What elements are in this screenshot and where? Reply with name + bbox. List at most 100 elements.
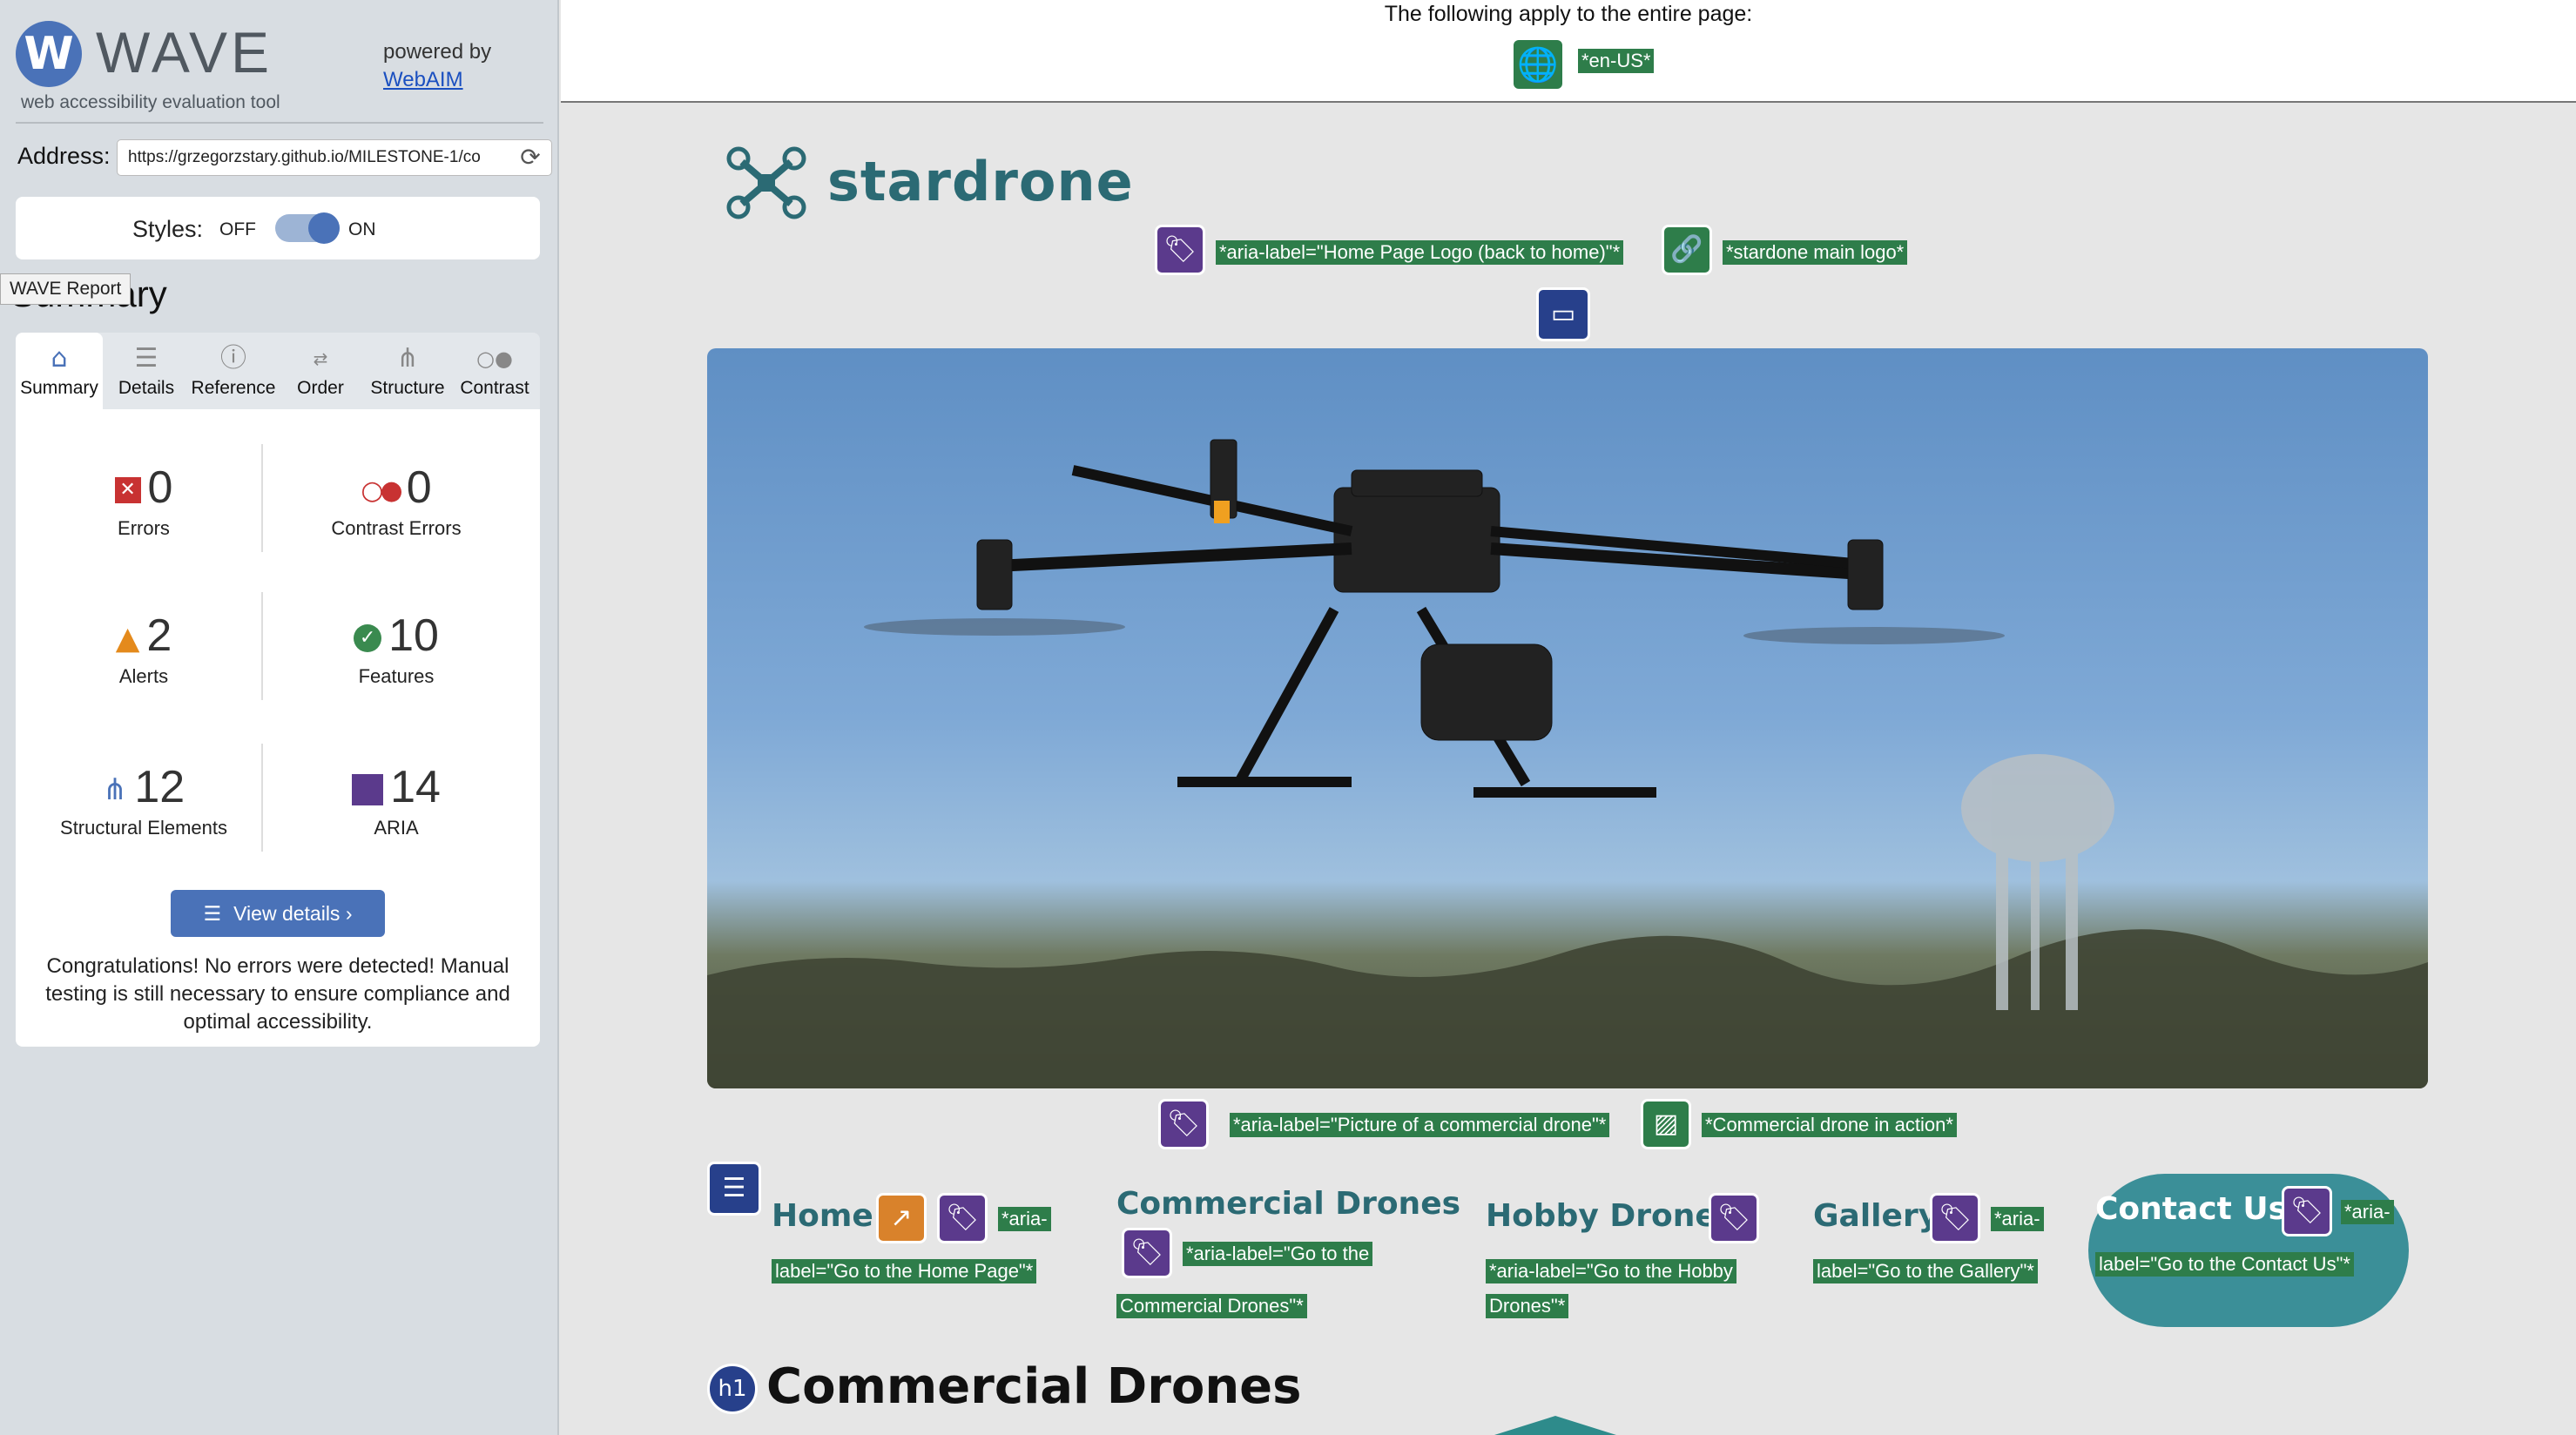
structural-count: 12	[134, 762, 185, 812]
stat-aria[interactable]: 14 ARIA	[279, 761, 514, 839]
language-globe-icon[interactable]: 🌐	[1514, 40, 1562, 89]
tab-label: Details	[118, 378, 175, 398]
stat-errors[interactable]: ✕ 0 Errors	[26, 461, 261, 540]
nav-link-contact[interactable]: Contact Us!	[2095, 1191, 2301, 1227]
contrast-errors-count: 0	[406, 462, 432, 513]
info-icon: ⓘ	[220, 343, 246, 374]
tab-contrast[interactable]: ○● Contrast	[451, 333, 538, 409]
home-icon: ⌂	[51, 343, 68, 374]
brand-name: stardrone	[827, 150, 1134, 213]
hero-drone-image	[707, 348, 2428, 1088]
wave-logo[interactable]: W WAVE web accessibility evaluation tool…	[16, 17, 547, 122]
drone-photo-illustration	[707, 439, 2428, 1088]
tab-summary[interactable]: ⌂ Summary	[16, 333, 103, 409]
stardrone-logo-link[interactable]: stardrone	[723, 141, 1184, 225]
stat-structural[interactable]: ⋔ 12 Structural Elements	[26, 761, 261, 839]
aria-label-tag: *aria-label="Home Page Logo (back to hom…	[1216, 240, 1624, 265]
contrast-error-icon: ○●	[361, 475, 402, 506]
tab-label: Reference	[191, 378, 276, 398]
stat-contrast-errors[interactable]: ○● 0 Contrast Errors	[279, 461, 514, 540]
alt-text-tag: *Commercial drone in action*	[1702, 1113, 1957, 1137]
divider	[261, 744, 263, 852]
wave-tabs: ⌂ Summary ☰ Details ⓘ Reference ⇄ Order …	[16, 333, 540, 409]
address-value: https://grzegorzstary.github.io/MILESTON…	[128, 148, 481, 166]
features-label: Features	[358, 665, 435, 687]
page-heading: Commercial Drones	[766, 1358, 1302, 1415]
navigation-region-icon[interactable]: ☰	[707, 1162, 761, 1216]
nav-link-home[interactable]: Home	[772, 1198, 873, 1234]
aria-label-icon[interactable]: 🏷	[1155, 225, 1205, 275]
wave-tagline: web accessibility evaluation tool	[21, 92, 280, 112]
errors-label: Errors	[118, 517, 170, 539]
wave-logo-icon: W	[16, 21, 82, 87]
nav-link-commercial-drones[interactable]: Commercial Drones	[1116, 1186, 1460, 1222]
divider	[261, 444, 263, 552]
aria-label: ARIA	[374, 817, 419, 839]
view-details-button[interactable]: ☰ View details ›	[171, 890, 385, 937]
aria-label-icon[interactable]: 🏷	[937, 1193, 988, 1243]
aria-label-icon[interactable]: 🏷	[1158, 1099, 1209, 1149]
tab-reference[interactable]: ⓘ Reference	[190, 333, 277, 409]
tab-label: Contrast	[460, 378, 529, 398]
list-icon: ☰	[203, 903, 222, 926]
aria-icon	[352, 774, 384, 806]
evaluated-page: The following apply to the entire page: …	[561, 0, 2576, 1435]
list-icon: ☰	[134, 343, 158, 374]
aria-label-icon[interactable]: 🏷	[1930, 1193, 1980, 1243]
wave-report-tooltip: WAVE Report	[0, 273, 131, 305]
summary-panel: ✕ 0 Errors ○● 0 Contrast Errors ▲ 2 Alerts …	[16, 409, 540, 1047]
error-icon: ✕	[114, 477, 141, 504]
congrats-message: Congratulations! No errors were detected…	[45, 954, 510, 1034]
divider	[261, 592, 263, 700]
aria-label-tag: *aria-label="Go to the	[1183, 1242, 1373, 1266]
nav-link-hobby-drones[interactable]: Hobby Drones	[1486, 1198, 1735, 1234]
structure-icon: ⋔	[102, 772, 128, 808]
tab-order[interactable]: ⇄ Order	[277, 333, 364, 409]
styles-toggle[interactable]	[275, 212, 340, 244]
language-tag: *en-US*	[1578, 49, 1655, 73]
address-input[interactable]: https://grzegorzstary.github.io/MILESTON…	[117, 139, 552, 176]
styles-on-label: ON	[348, 219, 376, 239]
alt-text-tag: *stardone main logo*	[1723, 240, 1908, 265]
code-icon[interactable]	[1494, 1416, 1616, 1435]
alerts-label: Alerts	[118, 665, 169, 687]
features-count: 10	[388, 610, 439, 661]
styles-panel: Styles: OFF ON	[16, 197, 540, 259]
wave-sidebar: W WAVE web accessibility evaluation tool…	[0, 0, 559, 1435]
linked-image-icon[interactable]: 🔗	[1662, 225, 1712, 275]
aria-count: 14	[390, 762, 441, 812]
tab-label: Structure	[370, 378, 445, 398]
nav-contact-button[interactable]: Contact Us! 🏷 *aria- label="Go to the Co…	[2088, 1174, 2409, 1327]
reload-icon[interactable]: ⟳	[516, 144, 544, 172]
tab-structure[interactable]: ⋔ Structure	[364, 333, 451, 409]
feature-check-icon: ✓	[354, 624, 382, 653]
powered-by: powered by WebAIM	[383, 40, 491, 92]
main-navigation: ☰ Home ↗ 🏷 *aria- label="Go to the Home …	[707, 1158, 2428, 1332]
page-heading-row: h1 Commercial Drones	[707, 1355, 1491, 1425]
address-bar: Address: https://grzegorzstary.github.io…	[17, 139, 552, 176]
divider	[16, 122, 543, 124]
powered-by-label: powered by	[383, 40, 492, 64]
alt-image-icon[interactable]: ▨	[1641, 1099, 1691, 1149]
stat-alerts[interactable]: ▲ 2 Alerts	[26, 610, 261, 688]
redundant-link-alert-icon[interactable]: ↗	[876, 1193, 927, 1243]
tab-details[interactable]: ☰ Details	[103, 333, 190, 409]
nav-link-gallery[interactable]: Gallery	[1813, 1198, 1939, 1234]
aria-label-tag: Drones"*	[1486, 1294, 1569, 1318]
tab-label: Summary	[20, 378, 98, 398]
aria-label-tag: *aria-	[2341, 1200, 2394, 1224]
webaim-link[interactable]: WebAIM	[383, 68, 491, 92]
heading-level-icon[interactable]: h1	[707, 1364, 758, 1414]
address-label: Address:	[17, 143, 111, 169]
aria-label-tag: *aria-	[998, 1207, 1051, 1231]
drone-logo-icon	[726, 146, 806, 219]
view-details-label: View details ›	[233, 902, 353, 925]
alerts-count: 2	[146, 610, 172, 661]
aria-label-tag: *aria-	[1991, 1207, 2044, 1231]
stat-features[interactable]: ✓ 10 Features	[279, 610, 514, 688]
contrast-icon: ○●	[476, 347, 513, 371]
aria-label-icon[interactable]: 🏷	[1122, 1228, 1172, 1278]
aria-label-icon[interactable]: 🏷	[2282, 1186, 2332, 1236]
aria-label-icon[interactable]: 🏷	[1709, 1193, 1759, 1243]
header-region-icon[interactable]: ▭	[1536, 287, 1590, 341]
